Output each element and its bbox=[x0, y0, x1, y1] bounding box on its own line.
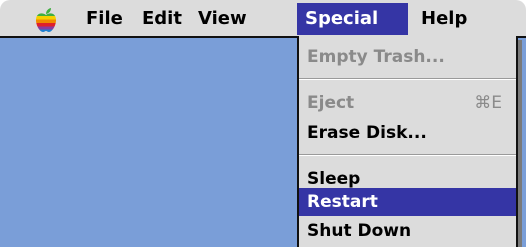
menu-bar: File Edit View Special Help bbox=[0, 0, 526, 38]
menu-item-eject-label: Eject bbox=[307, 93, 355, 113]
menu-edit[interactable]: Edit bbox=[134, 3, 190, 35]
menu-item-erase-disk[interactable]: Erase Disk... bbox=[299, 118, 516, 148]
menu-item-eject[interactable]: Eject ⌘E bbox=[299, 88, 516, 118]
menu-item-shut-down[interactable]: Shut Down bbox=[299, 216, 516, 246]
menu-item-empty-trash[interactable]: Empty Trash... bbox=[299, 42, 516, 72]
dropdown-shadow bbox=[518, 40, 522, 247]
eject-shortcut: ⌘E bbox=[474, 93, 502, 113]
apple-icon[interactable] bbox=[34, 7, 58, 33]
menu-file[interactable]: File bbox=[78, 3, 131, 35]
menu-separator bbox=[299, 154, 516, 156]
screen: File Edit View Special Help Empty Trash.… bbox=[0, 0, 526, 247]
special-menu-dropdown: Empty Trash... Eject ⌘E Erase Disk... Sl… bbox=[297, 36, 518, 247]
menu-view[interactable]: View bbox=[190, 3, 255, 35]
menu-item-restart[interactable]: Restart bbox=[299, 188, 516, 216]
menu-special[interactable]: Special bbox=[297, 3, 408, 35]
menu-help[interactable]: Help bbox=[413, 3, 475, 35]
menu-separator bbox=[299, 78, 516, 80]
